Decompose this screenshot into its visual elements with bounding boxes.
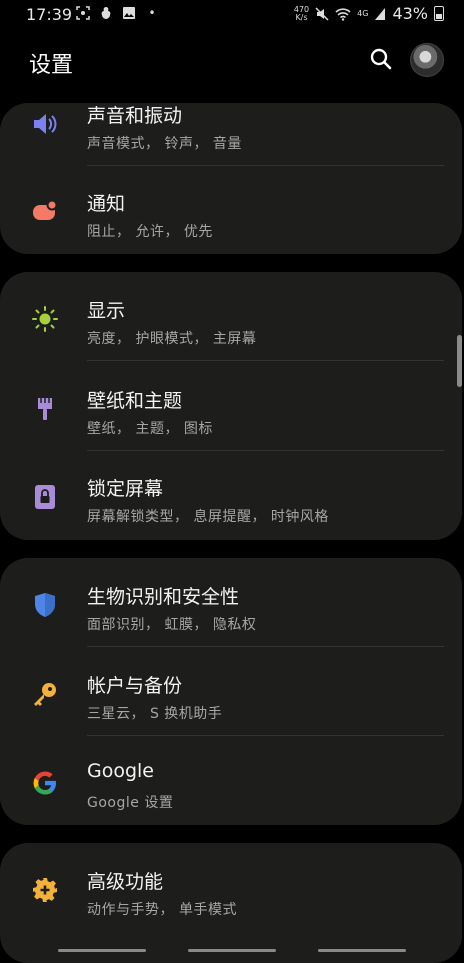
settings-item-description: 面部识别， 虹膜， 隐私权 <box>87 617 257 633</box>
divider <box>87 360 444 361</box>
settings-item-label: 高级功能 <box>87 871 164 893</box>
settings-item-label: 声音和振动 <box>87 105 183 127</box>
settings-item-label: 锁定屏幕 <box>87 478 164 500</box>
mute-icon <box>315 6 329 21</box>
battery-icon <box>434 6 444 21</box>
notification-icon <box>33 199 58 220</box>
profile-avatar[interactable] <box>410 43 444 77</box>
settings-item-label: 显示 <box>87 300 126 322</box>
status-system-icons: 470 K/s 4G 43% <box>294 4 444 23</box>
settings-item-biometrics-security[interactable]: 生物识别和安全性 面部识别， 虹膜， 隐私权 <box>0 558 462 646</box>
sun-icon <box>32 306 58 332</box>
gear-plus-icon <box>33 878 57 902</box>
settings-item-description: 壁纸， 主题， 图标 <box>87 421 213 437</box>
navigation-bar <box>0 940 464 960</box>
lock-icon <box>35 485 55 509</box>
more-dot-icon: • <box>148 6 156 20</box>
settings-item-description: 声音模式， 铃声， 音量 <box>87 136 242 152</box>
status-time: 17:39 <box>26 5 73 24</box>
nav-back-indicator[interactable] <box>318 949 406 952</box>
network-speed: 470 K/s <box>293 4 310 22</box>
scrollbar-thumb[interactable] <box>457 335 462 387</box>
settings-item-display[interactable]: 显示 亮度， 护眼模式， 主屏幕 <box>0 272 462 360</box>
settings-group-sound-notifications: 声音和振动 声音模式， 铃声， 音量 通知 阻止， 允许， 优先 <box>0 103 462 254</box>
nav-home-indicator[interactable] <box>188 949 276 952</box>
settings-item-label: 生物识别和安全性 <box>87 586 240 608</box>
shield-icon <box>35 593 55 617</box>
settings-item-google[interactable]: Google Google 设置 <box>0 736 462 824</box>
page-title: 设置 <box>29 53 74 78</box>
settings-item-description: 阻止， 允许， 优先 <box>87 224 213 240</box>
search-icon[interactable] <box>368 46 394 72</box>
settings-item-wallpaper-themes[interactable]: 壁纸和主题 壁纸， 主题， 图标 <box>0 362 462 450</box>
status-bar: 17:39 • 470 K/s 4G 43% <box>0 0 464 30</box>
settings-item-description: 三星云， S 换机助手 <box>87 706 223 722</box>
screenshot-icon <box>76 6 90 20</box>
settings-item-description: Google 设置 <box>87 795 174 811</box>
battery-percent: 43% <box>392 4 428 23</box>
google-icon <box>33 771 56 795</box>
settings-item-description: 动作与手势， 单手模式 <box>87 902 237 918</box>
gallery-icon <box>123 7 135 19</box>
settings-item-lock-screen[interactable]: 锁定屏幕 屏幕解锁类型， 息屏提醒， 时钟风格 <box>0 450 462 538</box>
settings-group-display: 显示 亮度， 护眼模式， 主屏幕 壁纸和主题 壁纸， 主题， 图标 锁定屏幕 屏… <box>0 272 462 540</box>
key-icon <box>34 683 56 706</box>
speaker-icon <box>34 114 57 134</box>
settings-item-sound[interactable]: 声音和振动 声音模式， 铃声， 音量 <box>0 77 462 165</box>
settings-group-security-accounts: 生物识别和安全性 面部识别， 虹膜， 隐私权 帐户与备份 三星云， S 换机助手… <box>0 558 462 825</box>
settings-item-description: 屏幕解锁类型， 息屏提醒， 时钟风格 <box>87 509 329 525</box>
network-type: 4G <box>357 9 369 18</box>
wifi-icon <box>335 7 351 21</box>
settings-item-label: 壁纸和主题 <box>87 390 183 412</box>
app-notification-icon <box>101 7 111 19</box>
settings-item-label: 通知 <box>87 193 126 215</box>
settings-item-accounts-backup[interactable]: 帐户与备份 三星云， S 换机助手 <box>0 647 462 735</box>
settings-item-notifications[interactable]: 通知 阻止， 允许， 优先 <box>0 165 462 253</box>
settings-item-description: 亮度， 护眼模式， 主屏幕 <box>87 331 257 347</box>
settings-item-label: 帐户与备份 <box>87 675 183 697</box>
brush-icon <box>38 398 52 420</box>
nav-recents-indicator[interactable] <box>58 949 146 952</box>
settings-item-label: Google <box>87 760 155 782</box>
status-notification-icons: • <box>76 6 159 20</box>
settings-item-advanced-features[interactable]: 高级功能 动作与手势， 单手模式 <box>0 843 462 931</box>
signal-icon <box>375 7 386 20</box>
